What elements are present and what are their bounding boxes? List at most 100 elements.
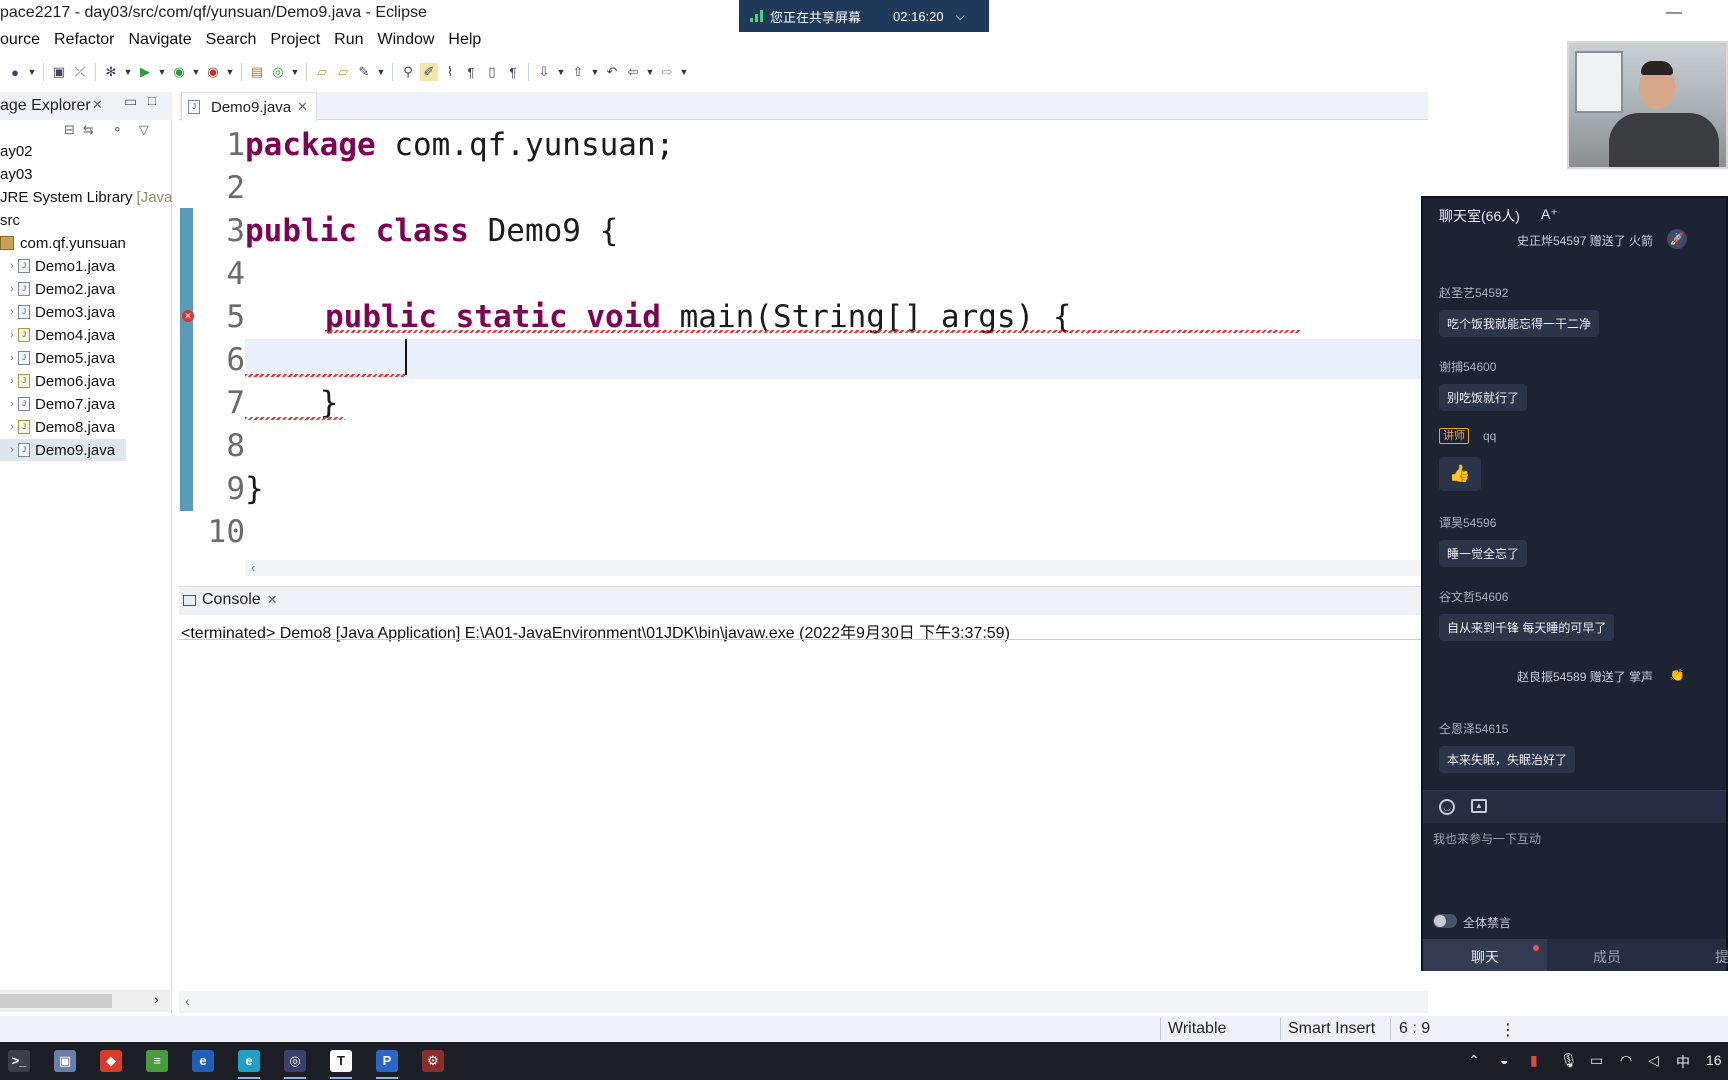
chevron-down-icon[interactable]: ▼ bbox=[123, 63, 133, 81]
tree-item[interactable]: › J Demo4.java bbox=[0, 324, 115, 346]
chevron-right-icon[interactable]: › bbox=[6, 306, 18, 318]
emoji-icon[interactable]: ◡ bbox=[1439, 799, 1455, 815]
chevron-left-icon[interactable]: ‹ bbox=[185, 993, 190, 1009]
chevron-left-icon[interactable]: ‹ bbox=[251, 560, 255, 575]
chevron-down-icon[interactable]: ▼ bbox=[157, 63, 167, 81]
chat-input[interactable]: 我也来参与一下互动 bbox=[1433, 830, 1541, 847]
wifi-icon[interactable]: ◠ bbox=[1620, 1052, 1632, 1069]
chevron-right-icon[interactable]: › bbox=[6, 421, 18, 433]
tab-chat-label[interactable]: 聊天 bbox=[1471, 947, 1499, 967]
ie-app-icon[interactable]: e bbox=[192, 1050, 214, 1072]
battery-icon[interactable]: ▭ bbox=[1590, 1052, 1603, 1069]
tab-members[interactable]: 成员 bbox=[1593, 947, 1621, 967]
close-icon[interactable]: ✕ bbox=[297, 99, 308, 115]
image-icon[interactable]: ▲ bbox=[1471, 799, 1487, 813]
chevron-down-icon[interactable]: ▼ bbox=[290, 63, 300, 81]
tree-item[interactable]: src bbox=[0, 209, 20, 231]
chevron-down-icon[interactable]: ▼ bbox=[225, 63, 235, 81]
tree-item[interactable]: › J Demo8.java bbox=[0, 416, 115, 438]
chevron-right-icon[interactable]: › bbox=[6, 260, 18, 272]
clock[interactable]: 16 bbox=[1706, 1052, 1722, 1068]
close-icon[interactable]: ✕ bbox=[92, 97, 103, 113]
external-tools-icon[interactable]: ◉ bbox=[204, 63, 222, 81]
view-menu-icon[interactable]: ▽ bbox=[139, 122, 149, 138]
tree-item[interactable]: › J Demo7.java bbox=[0, 393, 115, 415]
chevron-down-icon[interactable]: ▼ bbox=[27, 63, 37, 81]
toggle-highlight-icon[interactable]: ✐ bbox=[420, 63, 438, 81]
new-java-project-icon[interactable]: ▤ bbox=[248, 63, 266, 81]
minimize-button[interactable]: — bbox=[1660, 2, 1688, 24]
tree-item[interactable]: ay02 bbox=[0, 140, 33, 162]
chevron-right-icon[interactable]: › bbox=[6, 352, 18, 364]
tree-item[interactable]: › J Demo3.java bbox=[0, 301, 115, 323]
tree-item[interactable]: › J Demo2.java bbox=[0, 278, 115, 300]
toggle-mark-occurrences-icon[interactable]: ⚲ bbox=[399, 63, 417, 81]
chevron-down-icon[interactable]: ▼ bbox=[556, 63, 566, 81]
menu-window[interactable]: Window bbox=[378, 29, 449, 54]
open-type-icon[interactable]: ▱ bbox=[313, 63, 331, 81]
eclipse-app-icon[interactable]: ◎ bbox=[284, 1050, 306, 1072]
new-window-icon[interactable]: ▣ bbox=[50, 63, 68, 81]
notepad-app-icon[interactable]: ≡ bbox=[146, 1050, 168, 1072]
debug-icon[interactable]: ✻ bbox=[102, 63, 120, 81]
menu-source[interactable]: ource bbox=[0, 29, 54, 54]
menu-help[interactable]: Help bbox=[448, 29, 489, 54]
chevron-right-icon[interactable]: › bbox=[6, 329, 18, 341]
menu-navigate[interactable]: Navigate bbox=[129, 29, 206, 54]
chevron-right-icon[interactable]: › bbox=[6, 444, 18, 456]
search-icon[interactable]: ✎ bbox=[355, 63, 373, 81]
git-app-icon[interactable]: ⚙ bbox=[422, 1050, 444, 1072]
show-whitespace-icon[interactable]: ¶ bbox=[462, 63, 480, 81]
skip-breakpoints-icon[interactable]: ⤫ bbox=[71, 63, 89, 81]
edge-app-icon[interactable]: e bbox=[238, 1050, 260, 1072]
previous-annotation-icon[interactable]: ⇧ bbox=[569, 63, 587, 81]
open-resource-icon[interactable]: ▱ bbox=[334, 63, 352, 81]
scrollbar-thumb[interactable] bbox=[0, 994, 112, 1008]
typora-app-icon[interactable]: T bbox=[330, 1050, 352, 1072]
close-icon[interactable]: ✕ bbox=[267, 592, 278, 608]
link-editor-icon[interactable]: ⇆ bbox=[83, 122, 94, 138]
menu-search[interactable]: Search bbox=[206, 29, 271, 54]
horizontal-scrollbar[interactable]: ‹ bbox=[179, 991, 1428, 1013]
paragraph-icon[interactable]: ¶ bbox=[504, 63, 522, 81]
chevron-right-icon[interactable]: › bbox=[154, 991, 159, 1007]
chevron-down-icon[interactable]: ▼ bbox=[376, 63, 386, 81]
chevron-up-icon[interactable]: ⌃ bbox=[1468, 1052, 1480, 1069]
code-line-3[interactable]: public class Demo9 { bbox=[245, 213, 618, 249]
tree-item[interactable]: › J Demo5.java bbox=[0, 347, 115, 369]
code-line-9[interactable]: } bbox=[245, 471, 264, 507]
paint-app-icon[interactable]: ▣ bbox=[54, 1050, 76, 1072]
chevron-right-icon[interactable]: › bbox=[6, 283, 18, 295]
status-more-icon[interactable]: ⋮ bbox=[1500, 1020, 1516, 1040]
word-wrap-icon[interactable]: ▯ bbox=[483, 63, 501, 81]
volume-icon[interactable]: ◁ bbox=[1648, 1052, 1659, 1069]
run-icon[interactable]: ▶ bbox=[136, 63, 154, 81]
collapse-all-icon[interactable]: ⊟ bbox=[64, 122, 75, 138]
tray-record-icon[interactable]: ▮ bbox=[1530, 1052, 1538, 1069]
tab-demo9-java[interactable]: J Demo9.java ✕ bbox=[181, 92, 317, 121]
run-config-icon[interactable]: ● bbox=[6, 63, 24, 81]
tab-console[interactable]: Console ✕ bbox=[183, 591, 278, 609]
tree-item[interactable]: › J Demo6.java bbox=[0, 370, 115, 392]
minimize-view-icon[interactable]: ▭ bbox=[124, 93, 137, 110]
back-icon[interactable]: ⇦ bbox=[624, 63, 642, 81]
chevron-down-icon[interactable]: ▼ bbox=[645, 63, 655, 81]
tree-item[interactable]: JRE System Library [Java bbox=[0, 186, 172, 208]
tree-item[interactable]: com.qf.yunsuan bbox=[0, 232, 126, 254]
filter-icon[interactable]: ⚬ bbox=[112, 122, 123, 138]
font-size-button[interactable]: A⁺ bbox=[1541, 206, 1558, 223]
menu-run[interactable]: Run bbox=[334, 29, 377, 54]
forward-icon[interactable]: ⇨ bbox=[658, 63, 676, 81]
chevron-down-icon[interactable]: ⌵ bbox=[956, 9, 965, 24]
menu-project[interactable]: Project bbox=[270, 29, 334, 54]
block-selection-icon[interactable]: ⌇ bbox=[441, 63, 459, 81]
terminal-app-icon[interactable]: >_ bbox=[8, 1050, 30, 1072]
coverage-icon[interactable]: ◉ bbox=[170, 63, 188, 81]
chevron-down-icon[interactable]: ▼ bbox=[590, 63, 600, 81]
horizontal-scrollbar[interactable]: ‹ bbox=[245, 560, 1428, 576]
tree-item[interactable]: › J Demo9.java bbox=[0, 439, 126, 461]
tab-third[interactable]: 提 bbox=[1715, 947, 1728, 967]
tree-item[interactable]: ay03 bbox=[0, 163, 33, 185]
next-annotation-icon[interactable]: ⇩ bbox=[535, 63, 553, 81]
code-line-1[interactable]: package com.qf.yunsuan; bbox=[245, 127, 674, 163]
